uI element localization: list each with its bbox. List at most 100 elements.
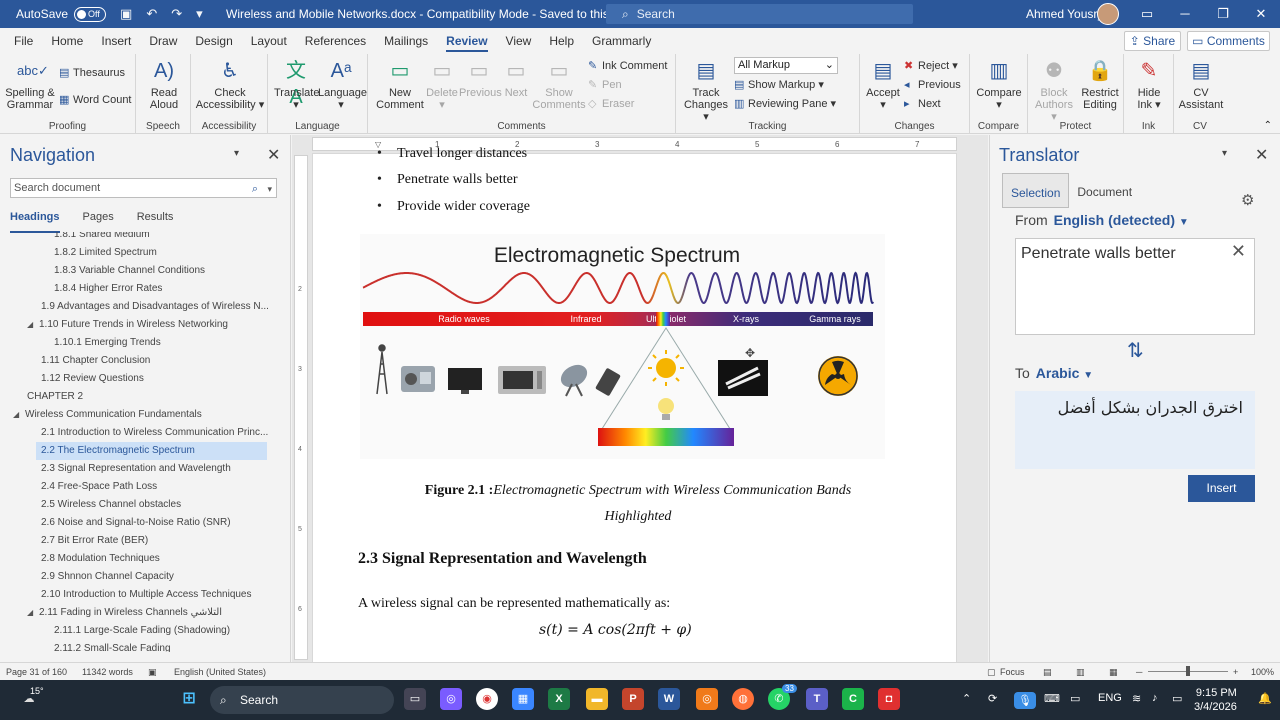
read-mode-icon[interactable]: ▤ [1043, 667, 1052, 678]
list-item[interactable]: ◢ 1.10 Future Trends in Wireless Networki… [0, 316, 280, 334]
maximize-icon[interactable]: ❐ [1204, 0, 1242, 28]
chevron-down-icon[interactable]: ▾ [267, 180, 272, 198]
show-markup-button[interactable]: ▤ Show Markup ▾ [734, 78, 824, 92]
autosave-toggle[interactable]: Off [74, 6, 107, 22]
store-icon[interactable]: ▦ [512, 688, 534, 710]
search-document-input[interactable]: Search document ⌕ ▾ [10, 178, 277, 198]
tab-insert[interactable]: Insert [92, 28, 140, 54]
excel-icon[interactable]: X [548, 688, 570, 710]
list-item[interactable]: 2.4 Free-Space Path Loss [0, 478, 280, 496]
pen-button[interactable]: ✎ Pen [588, 78, 622, 92]
zoom-thumb[interactable] [1186, 666, 1190, 676]
print-layout-icon[interactable]: ▥ [1076, 667, 1085, 678]
windows-start-icon[interactable]: ⊞ [178, 688, 200, 710]
close-icon[interactable]: ✕ [1242, 0, 1280, 28]
close-icon[interactable]: ✕ [267, 145, 280, 165]
save-icon[interactable]: ▣ [120, 6, 132, 22]
focus-label[interactable]: Focus [1000, 667, 1025, 677]
battery-icon[interactable]: ▭ [1172, 692, 1182, 705]
word-count-button[interactable]: ▦ Word Count [59, 93, 132, 107]
list-item[interactable]: 1.8.4 Higher Error Rates [0, 280, 280, 298]
spectrum-figure[interactable]: Electromagnetic Spectrum Radio waves Inf… [360, 234, 885, 459]
document-page[interactable]: • Travel longer distances • Penetrate wa… [312, 146, 957, 662]
pane-options-icon[interactable]: ▾ [1222, 148, 1227, 159]
tab-pages[interactable]: Pages [83, 211, 114, 233]
comments-button[interactable]: ▭ Comments [1187, 31, 1270, 51]
list-item[interactable]: 2.8 Modulation Techniques [0, 550, 280, 568]
hide-ink-button[interactable]: ✎ Hide Ink ▾ [1130, 58, 1168, 111]
new-comment-button[interactable]: ▭ New Comment [376, 58, 424, 111]
tab-design[interactable]: Design [186, 28, 241, 54]
accept-button[interactable]: ▤ Accept ▾ [864, 58, 902, 111]
vertical-ruler[interactable]: 2 3 4 5 6 [294, 155, 308, 660]
undo-icon[interactable]: ↶ [146, 6, 157, 22]
zoom-in-icon[interactable]: + [1233, 667, 1238, 677]
recorder-icon[interactable]: ◘ [878, 688, 900, 710]
tab-headings[interactable]: Headings [10, 211, 60, 233]
list-item[interactable]: ◢ 2.11 Fading in Wireless Channels التلاش… [0, 604, 280, 622]
from-language-select[interactable]: From English (detected) ▼ [1015, 212, 1189, 228]
firefox-icon[interactable]: ◍ [732, 688, 754, 710]
collapse-icon[interactable]: ◢ [27, 316, 39, 334]
spelling-grammar-button[interactable]: abc✓ Spelling & Grammar [5, 58, 55, 111]
language-button[interactable]: Aᵃ Language ▾ [318, 58, 367, 111]
check-accessibility-button[interactable]: ♿ Check Accessibility ▾ [195, 58, 265, 111]
tab-selection[interactable]: Selection [1002, 173, 1070, 208]
collapse-icon[interactable]: ◢ [27, 604, 39, 622]
compare-button[interactable]: ▥ Compare ▾ [975, 58, 1023, 111]
next-comment-button[interactable]: ▭ Next [501, 58, 531, 99]
insert-button[interactable]: Insert [1188, 475, 1255, 502]
tab-review[interactable]: Review [437, 28, 496, 54]
next-change-button[interactable]: ▸ Next [904, 97, 941, 111]
delete-comment-button[interactable]: ▭ Delete ▾ [424, 58, 460, 111]
tab-draw[interactable]: Draw [140, 28, 186, 54]
read-aloud-button[interactable]: A) Read Aloud [143, 58, 185, 111]
close-icon[interactable]: ✕ [1255, 145, 1268, 165]
tab-results[interactable]: Results [137, 211, 174, 233]
list-item[interactable]: 1.9 Advantages and Disadvantages of Wire… [0, 298, 280, 316]
task-view-icon[interactable]: ▭ [404, 688, 426, 710]
list-item[interactable]: CHAPTER 2 [0, 388, 280, 406]
share-button[interactable]: ⇪ Share [1124, 31, 1181, 51]
customize-qat-icon[interactable]: ▾ [196, 6, 203, 22]
file-explorer-icon[interactable]: ▬ [586, 688, 608, 710]
list-item[interactable]: 2.5 Wireless Channel obstacles [0, 496, 280, 514]
list-item-selected[interactable]: 2.2 The Electromagnetic Spectrum [36, 442, 267, 460]
tab-references[interactable]: References [296, 28, 375, 54]
tab-document[interactable]: Document [1069, 173, 1140, 208]
collapse-ribbon-icon[interactable]: ⌃ [1264, 120, 1272, 131]
word-icon[interactable]: W [658, 688, 680, 710]
tab-mailings[interactable]: Mailings [375, 28, 437, 54]
user-name[interactable]: Ahmed Yousry [1026, 7, 1103, 21]
list-item[interactable]: ◢ Wireless Communication Fundamentals [0, 406, 280, 424]
cv-assistant-button[interactable]: ▤ CV Assistant [1176, 58, 1226, 111]
to-language-select[interactable]: To Arabic ▼ [1015, 365, 1093, 381]
page-count[interactable]: Page 31 of 160 [6, 667, 67, 677]
list-item[interactable]: 1.12 Review Questions [0, 370, 280, 388]
tab-file[interactable]: File [0, 28, 42, 54]
source-text-box[interactable]: Penetrate walls better ✕ [1015, 238, 1255, 335]
list-item[interactable]: 2.10 Introduction to Multiple Access Tec… [0, 586, 280, 604]
microphone-icon[interactable]: 🎙 [1014, 692, 1036, 709]
teams-icon[interactable]: T [806, 688, 828, 710]
list-item[interactable]: 1.10.1 Emerging Trends [0, 334, 280, 352]
tab-view[interactable]: View [497, 28, 541, 54]
chevron-up-icon[interactable]: ⌃ [962, 692, 971, 705]
app-icon[interactable]: ◎ [696, 688, 718, 710]
language-indicator[interactable]: ENG [1098, 692, 1122, 704]
reject-button[interactable]: ✖ Reject ▾ [904, 59, 958, 73]
translate-button[interactable]: 文A Translate ▾ [274, 58, 319, 111]
block-authors-button[interactable]: ⚉ Block Authors ▾ [1032, 58, 1076, 123]
sync-icon[interactable]: ⟳ [988, 692, 997, 705]
list-item[interactable]: 2.6 Noise and Signal-to-Noise Ratio (SNR… [0, 514, 280, 532]
camtasia-icon[interactable]: C [842, 688, 864, 710]
list-item[interactable]: 2.7 Bit Error Rate (BER) [0, 532, 280, 550]
title-search-box[interactable]: ⌕ Search [606, 4, 913, 24]
list-item[interactable]: 2.11.1 Large-Scale Fading (Shadowing) [0, 622, 280, 640]
search-icon[interactable]: ⌕ [252, 180, 258, 198]
web-layout-icon[interactable]: ▦ [1109, 667, 1118, 678]
display-icon[interactable]: ▭ [1070, 692, 1080, 705]
proofing-status-icon[interactable]: ▣ [148, 667, 157, 678]
list-item[interactable]: 2.11.2 Small-Scale Fading [0, 640, 280, 652]
clear-icon[interactable]: ✕ [1231, 241, 1246, 262]
